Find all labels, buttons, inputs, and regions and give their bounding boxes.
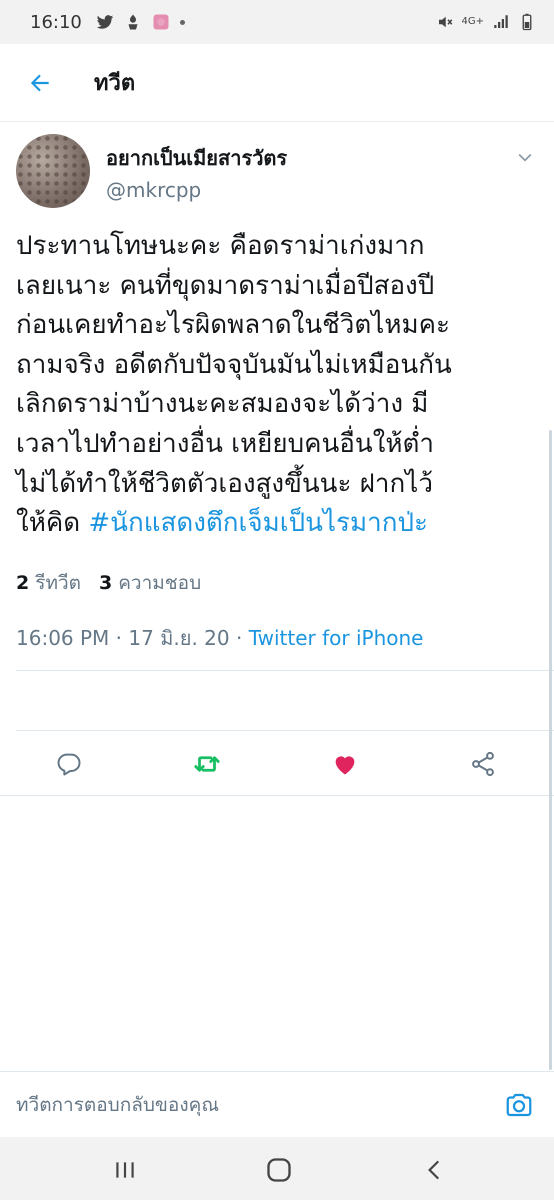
avatar[interactable] <box>16 134 90 208</box>
like-button[interactable] <box>329 748 361 780</box>
tweet-text-line: เลิกดราม่าบ้างนะคะสมองจะได้ว่าง มี <box>16 389 429 420</box>
app-header: ทวีต <box>0 44 554 122</box>
share-button[interactable] <box>467 748 499 780</box>
likes-label: ความชอบ <box>118 572 202 594</box>
retweet-button[interactable] <box>191 748 223 780</box>
tweet-menu-button[interactable] <box>508 140 542 174</box>
display-name[interactable]: อยากเป็นเมียสารวัตร <box>106 142 287 174</box>
tweet-text-line: ไม่ได้ทำให้ชีวิตตัวเองสูงขึ้นนะ ฝากไว้ <box>16 468 433 499</box>
tweet-text-prefix: ให้คิด <box>16 508 89 539</box>
tweet-date: 17 มิ.ย. 20 <box>128 626 230 650</box>
camera-icon <box>506 1093 532 1117</box>
likes-count: 3 <box>98 572 113 594</box>
heart-filled-icon <box>335 756 355 775</box>
tweet-text-last-line: ให้คิด #นักแสดงตึกเจ็มเป็นไรมากป่ะ <box>16 504 546 544</box>
page-title: ทวีต <box>94 71 136 96</box>
back-arrow-icon <box>30 74 49 91</box>
reply-icon <box>57 753 81 776</box>
system-icons: 4G+ <box>436 13 537 31</box>
tweet-text-line: เวลาไปทำอย่างอื่น เหยียบคนอื่นให้ต่ำ <box>16 428 435 459</box>
tweet-text-line: ประทานโทษนะคะ คือดราม่าเก่งมาก <box>16 231 425 261</box>
more-notifications-dot <box>179 19 185 25</box>
battery-icon <box>522 13 532 31</box>
retweet-icon <box>194 756 220 772</box>
scrollbar[interactable] <box>549 430 552 1070</box>
home-icon <box>267 1158 291 1182</box>
twitter-notification-icon <box>96 15 114 29</box>
divider <box>16 730 554 731</box>
reply-button[interactable] <box>53 748 85 780</box>
meta-separator: · <box>109 626 129 650</box>
tweet-actions <box>0 736 554 792</box>
camera-button[interactable] <box>502 1088 536 1122</box>
retweets-label: รีทวีต <box>35 572 81 594</box>
tweet-text-line: ถามจริง อดีตกับปัจจุบันมันไม่เหมือนกัน <box>16 349 452 380</box>
back-button[interactable] <box>0 44 80 122</box>
home-button[interactable] <box>262 1153 296 1187</box>
tweet-time: 16:06 PM <box>16 626 110 650</box>
user-handle[interactable]: @mkrcpp <box>106 178 201 202</box>
network-type-label: 4G+ <box>461 16 485 27</box>
app-notification-icon <box>128 14 138 30</box>
system-back-button[interactable] <box>418 1153 452 1187</box>
recent-apps-icon <box>116 1162 134 1178</box>
tweet-text-line: เลยเนาะ คนที่ขุดมาดราม่าเมื่อปีสองปี <box>16 270 435 301</box>
recent-apps-button[interactable] <box>108 1153 142 1187</box>
share-icon <box>472 751 494 777</box>
divider <box>0 795 554 796</box>
system-nav-bar <box>0 1137 554 1200</box>
status-bar: 16:10 4G+ <box>0 0 554 44</box>
meta-separator: · <box>229 626 249 650</box>
tweet-stats: 2 รีทวีต 3 ความชอบ <box>16 568 201 598</box>
likes-stat[interactable]: 3 ความชอบ <box>99 568 201 598</box>
retweets-count: 2 <box>16 572 30 594</box>
tweet-detail: อยากเป็นเมียสารวัตร @mkrcpp ประทานโทษนะค… <box>0 122 554 650</box>
tweet-text: ประทานโทษนะคะ คือดราม่าเก่งมาก เลยเนาะ ค… <box>16 227 546 544</box>
chevron-down-icon <box>518 153 532 162</box>
photo-notification-icon <box>153 14 169 30</box>
retweets-stat[interactable]: 2 รีทวีต <box>16 568 81 598</box>
tweet-source-link[interactable]: Twitter for iPhone <box>249 626 424 650</box>
divider <box>16 670 554 671</box>
signal-icon <box>494 15 508 28</box>
tweet-text-line: ก่อนเคยทำอะไรผิดพลาดในชีวิตไหมคะ <box>16 310 450 341</box>
status-time: 16:10 <box>30 11 82 33</box>
mute-icon <box>438 16 452 28</box>
notification-icons <box>96 13 185 31</box>
tweet-meta: 16:06 PM · 17 มิ.ย. 20 · Twitter for iPh… <box>16 622 423 654</box>
reply-bar <box>0 1071 554 1137</box>
reply-input[interactable] <box>16 1093 476 1116</box>
hashtag-link[interactable]: #นักแสดงตึกเจ็มเป็นไรมากป่ะ <box>88 508 428 538</box>
chevron-left-icon <box>428 1160 440 1180</box>
tweet-author: อยากเป็นเมียสารวัตร @mkrcpp <box>0 122 554 212</box>
